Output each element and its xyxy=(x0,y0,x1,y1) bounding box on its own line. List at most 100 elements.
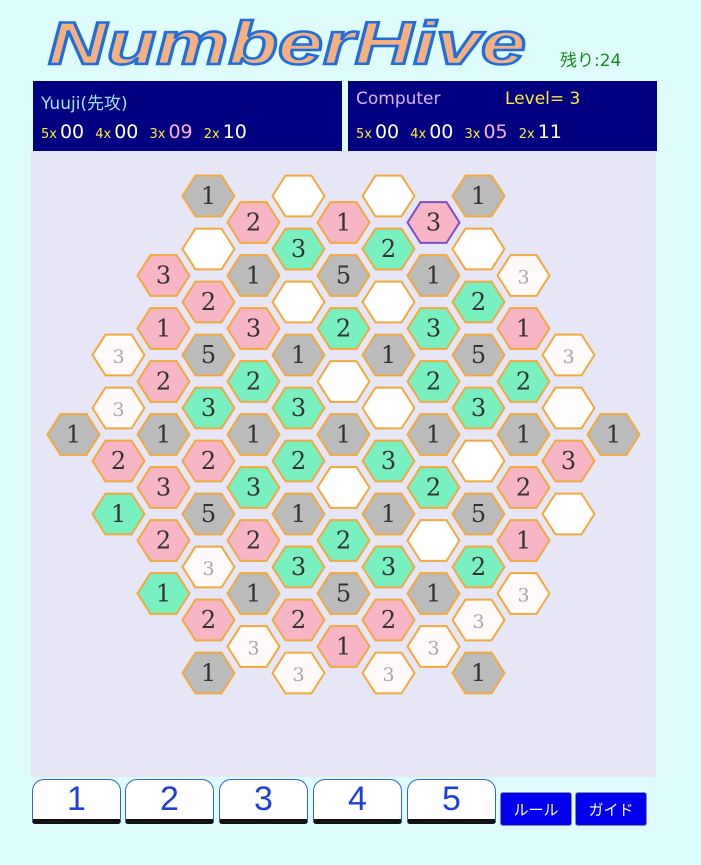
hex-cell[interactable]: 2 xyxy=(226,519,281,562)
hex-cell[interactable]: 1 xyxy=(271,492,326,536)
hex-cell[interactable]: 3 xyxy=(361,545,416,589)
hex-cell[interactable]: 2 xyxy=(181,598,236,642)
hex-cell[interactable] xyxy=(316,360,371,403)
hex-cell[interactable]: 3 xyxy=(541,439,596,483)
hex-cell[interactable]: 1 xyxy=(316,413,371,456)
number-button-2[interactable]: 2 xyxy=(125,779,214,824)
hex-cell[interactable]: 1 xyxy=(226,254,281,297)
hex-cell[interactable]: 2 xyxy=(181,280,236,324)
hex-cell[interactable]: 3 xyxy=(271,651,326,695)
hex-cell[interactable]: 2 xyxy=(181,439,236,483)
number-button-3[interactable]: 3 xyxy=(219,779,308,824)
hex-cell[interactable]: 5 xyxy=(451,492,506,536)
hex-cell[interactable]: 2 xyxy=(316,307,371,350)
hex-cell[interactable]: 3 xyxy=(361,651,416,695)
hex-cell[interactable] xyxy=(451,227,506,271)
hex-cell[interactable]: 3 xyxy=(271,545,326,589)
hex-cell[interactable]: 1 xyxy=(316,625,371,668)
hex-cell[interactable]: 1 xyxy=(226,413,281,456)
hex-cell[interactable]: 3 xyxy=(226,625,281,668)
hex-cell[interactable]: 1 xyxy=(316,201,371,244)
hex-cell[interactable] xyxy=(361,174,416,218)
hex-cell[interactable]: 3 xyxy=(271,227,326,271)
hex-cell[interactable]: 1 xyxy=(586,413,641,456)
hex-cell[interactable]: 2 xyxy=(451,545,506,589)
hex-cell[interactable] xyxy=(271,174,326,218)
hex-cell[interactable]: 1 xyxy=(46,413,101,456)
hex-cell[interactable]: 3 xyxy=(406,625,461,668)
hex-cell[interactable]: 2 xyxy=(271,598,326,642)
hex-cell[interactable]: 3 xyxy=(226,307,281,350)
hex-cell[interactable]: 3 xyxy=(91,386,146,430)
hex-cell[interactable]: 3 xyxy=(226,466,281,509)
hex-cell[interactable]: 1 xyxy=(226,572,281,615)
hex-cell[interactable]: 3 xyxy=(496,254,551,297)
hex-cell[interactable] xyxy=(541,492,596,536)
number-button-4[interactable]: 4 xyxy=(313,779,402,824)
hex-cell[interactable]: 1 xyxy=(136,572,191,615)
hex-cell[interactable] xyxy=(361,280,416,324)
hex-cell[interactable] xyxy=(181,227,236,271)
hex-cell[interactable] xyxy=(451,439,506,483)
hex-cell[interactable]: 1 xyxy=(361,492,416,536)
hex-cell[interactable] xyxy=(406,519,461,562)
hex-cell[interactable]: 3 xyxy=(136,254,191,297)
hex-cell[interactable]: 1 xyxy=(91,492,146,536)
hex-cell[interactable]: 3 xyxy=(541,333,596,377)
number-button-5[interactable]: 5 xyxy=(407,779,496,824)
hex-cell[interactable]: 2 xyxy=(406,466,461,509)
hex-cell[interactable]: 1 xyxy=(181,174,236,218)
hex-cell[interactable]: 3 xyxy=(271,386,326,430)
hex-cell[interactable]: 2 xyxy=(226,201,281,244)
rules-button[interactable]: ルール xyxy=(500,792,572,826)
hex-cell[interactable]: 5 xyxy=(316,572,371,615)
hex-cell[interactable]: 3 xyxy=(181,386,236,430)
hex-cell[interactable] xyxy=(271,280,326,324)
hex-cell[interactable]: 2 xyxy=(361,227,416,271)
hex-cell-number: 3 xyxy=(472,611,484,633)
hex-cell[interactable]: 1 xyxy=(496,519,551,562)
hex-cell[interactable]: 2 xyxy=(271,439,326,483)
hex-cell[interactable]: 2 xyxy=(91,439,146,483)
hex-cell[interactable]: 2 xyxy=(136,360,191,403)
hex-cell[interactable]: 3 xyxy=(496,572,551,615)
hex-cell[interactable]: 5 xyxy=(316,254,371,297)
hex-cell[interactable]: 3 xyxy=(406,201,461,244)
guide-button[interactable]: ガイド xyxy=(575,792,647,826)
hex-cell[interactable]: 1 xyxy=(496,307,551,350)
hex-cell[interactable]: 1 xyxy=(136,307,191,350)
hex-cell[interactable] xyxy=(316,466,371,509)
hex-cell[interactable]: 5 xyxy=(451,333,506,377)
hex-cell[interactable]: 3 xyxy=(451,598,506,642)
hex-cell[interactable]: 2 xyxy=(496,466,551,509)
score-value: 05 xyxy=(483,121,508,143)
hex-cell[interactable]: 5 xyxy=(181,333,236,377)
hex-cell[interactable]: 3 xyxy=(451,386,506,430)
hex-cell[interactable]: 2 xyxy=(451,280,506,324)
hex-cell[interactable]: 2 xyxy=(496,360,551,403)
hex-cell[interactable]: 3 xyxy=(136,466,191,509)
hex-cell[interactable]: 1 xyxy=(406,254,461,297)
hex-cell[interactable]: 3 xyxy=(361,439,416,483)
hex-cell[interactable]: 3 xyxy=(406,307,461,350)
hex-cell[interactable]: 1 xyxy=(136,413,191,456)
number-button-1[interactable]: 1 xyxy=(32,779,121,824)
hex-cell[interactable]: 1 xyxy=(361,333,416,377)
hex-cell[interactable]: 1 xyxy=(406,572,461,615)
hex-cell[interactable]: 1 xyxy=(181,651,236,695)
hex-cell[interactable]: 1 xyxy=(496,413,551,456)
hex-cell[interactable]: 1 xyxy=(406,413,461,456)
hex-cell[interactable]: 1 xyxy=(271,333,326,377)
hex-cell[interactable]: 5 xyxy=(181,492,236,536)
hex-cell[interactable] xyxy=(361,386,416,430)
hex-cell[interactable]: 2 xyxy=(226,360,281,403)
hex-cell[interactable]: 1 xyxy=(451,651,506,695)
hex-cell[interactable]: 2 xyxy=(136,519,191,562)
hex-cell[interactable]: 3 xyxy=(91,333,146,377)
hex-cell[interactable] xyxy=(541,386,596,430)
hex-cell[interactable]: 2 xyxy=(406,360,461,403)
hex-cell[interactable]: 3 xyxy=(181,545,236,589)
hex-cell[interactable]: 2 xyxy=(316,519,371,562)
hex-cell[interactable]: 2 xyxy=(361,598,416,642)
hex-cell[interactable]: 1 xyxy=(451,174,506,218)
